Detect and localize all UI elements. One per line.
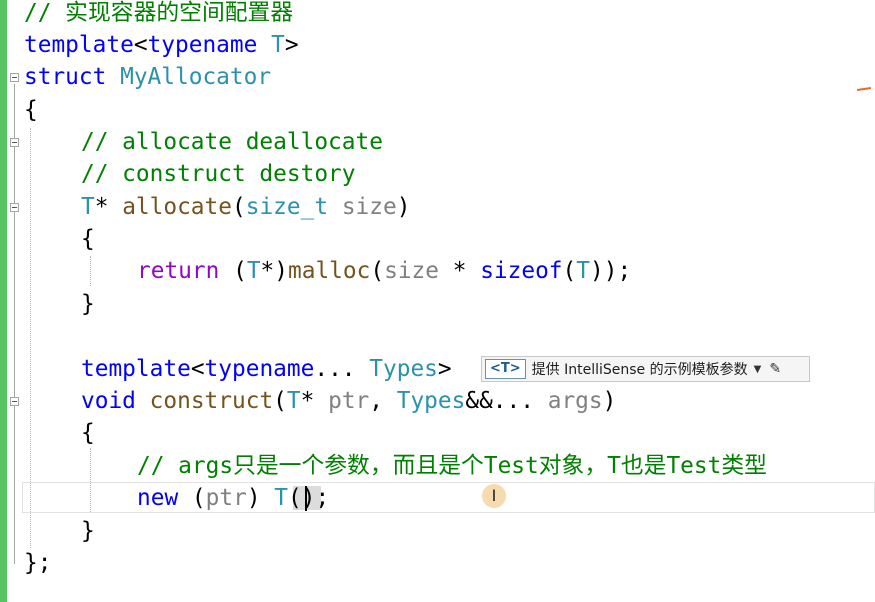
punct: >	[284, 32, 299, 58]
template-parameter-bar[interactable]: <T> 提供 IntelliSense 的示例模板参数 ▼ ✎	[481, 356, 810, 382]
keyword: typename	[147, 32, 258, 58]
type-name: T	[246, 258, 261, 284]
code-line-5[interactable]: // allocate deallocate	[81, 126, 383, 158]
code-line-14[interactable]: {	[81, 417, 95, 449]
code-line-15[interactable]: // args只是一个参数，而且是个Test对象，T也是Test类型	[137, 450, 767, 482]
code-line-12[interactable]: template<typename... Types>	[81, 353, 452, 385]
punct: *)	[260, 258, 288, 284]
fold-toggle-allocate[interactable]	[10, 203, 19, 212]
outline-line	[14, 84, 15, 564]
keyword: template	[81, 356, 191, 382]
parameter: size	[341, 194, 397, 220]
punct: *	[94, 194, 123, 220]
code-line-7[interactable]: T* allocate(size_t size)	[81, 191, 410, 223]
function-name: malloc	[288, 258, 371, 284]
text-caret	[305, 486, 307, 511]
function-name: construct	[149, 388, 274, 414]
indent-guide	[90, 256, 91, 286]
parameter: ptr	[328, 388, 370, 414]
ibeam-cursor-icon: I	[482, 484, 506, 508]
fold-toggle-struct[interactable]	[10, 73, 19, 82]
punct: *	[300, 388, 329, 414]
punct: ,	[369, 388, 397, 414]
keyword: template	[24, 32, 134, 58]
type-name: size_t	[245, 194, 329, 220]
keyword: sizeof	[480, 258, 563, 284]
comment: // args只是一个参数，而且是个Test对象，T也是Test类型	[137, 453, 767, 479]
code-line-17[interactable]: }	[81, 515, 95, 547]
comment: // allocate deallocate	[81, 129, 383, 155]
code-line-9[interactable]: return (T*)malloc(size * sizeof(T));	[137, 255, 631, 287]
type-name: T	[274, 485, 289, 511]
punct: (	[562, 258, 577, 284]
punct: *	[439, 258, 481, 284]
scrollbar-marker	[856, 87, 872, 91]
punct: (	[370, 258, 385, 284]
pencil-icon[interactable]: ✎	[769, 361, 781, 377]
code-line-3[interactable]: struct MyAllocator	[24, 61, 271, 93]
type-name: T	[576, 258, 591, 284]
comment: // construct destory	[81, 161, 356, 187]
punct: (	[219, 258, 247, 284]
punct: (	[273, 388, 287, 414]
code-line-4[interactable]: {	[24, 94, 38, 126]
punct: <	[190, 356, 205, 382]
punct: ));	[590, 258, 632, 284]
punct: ...	[314, 356, 356, 382]
comment: // 实现容器的空间配置器	[24, 0, 294, 26]
punct: )	[246, 485, 275, 511]
function-name: allocate	[122, 194, 232, 220]
code-line-6[interactable]: // construct destory	[81, 158, 356, 190]
keyword: void	[81, 388, 136, 414]
keyword: struct	[24, 64, 107, 90]
punct: )	[396, 194, 411, 220]
code-line-10[interactable]: }	[81, 288, 95, 320]
type-name: Types	[369, 356, 438, 382]
punct: <	[133, 32, 148, 58]
change-margin	[0, 0, 7, 602]
code-line-16[interactable]: new (ptr) T();	[137, 482, 329, 514]
parameter: size	[384, 258, 439, 284]
punct: (	[288, 485, 302, 511]
type-name: T	[271, 32, 285, 58]
code-line-13[interactable]: void construct(T* ptr, Types&&... args)	[81, 385, 616, 417]
control-keyword: return	[137, 258, 220, 284]
type-name: Types	[396, 388, 466, 414]
code-line-2[interactable]: template<typename T>	[24, 29, 299, 61]
keyword: typename	[204, 356, 315, 382]
punct: &&...	[465, 388, 548, 414]
keyword: new	[137, 485, 179, 511]
type-name: T	[286, 388, 301, 414]
punct: >	[437, 356, 452, 382]
chevron-down-icon[interactable]: ▼	[754, 364, 762, 375]
code-line-8[interactable]: {	[81, 223, 95, 255]
punct: )	[602, 388, 617, 414]
punct: (	[232, 194, 246, 220]
template-badge: <T>	[485, 359, 526, 379]
parameter: ptr	[205, 485, 247, 511]
type-name: T	[81, 194, 95, 220]
template-bar-label: 提供 IntelliSense 的示例模板参数	[531, 362, 748, 378]
parameter: args	[547, 388, 603, 414]
code-line-18[interactable]: };	[24, 547, 51, 579]
fold-toggle-comment[interactable]	[10, 138, 19, 147]
fold-toggle-construct[interactable]	[10, 397, 19, 406]
punct: (	[178, 485, 206, 511]
type-name: MyAllocator	[120, 64, 272, 90]
code-line-1[interactable]: // 实现容器的空间配置器	[24, 0, 293, 29]
